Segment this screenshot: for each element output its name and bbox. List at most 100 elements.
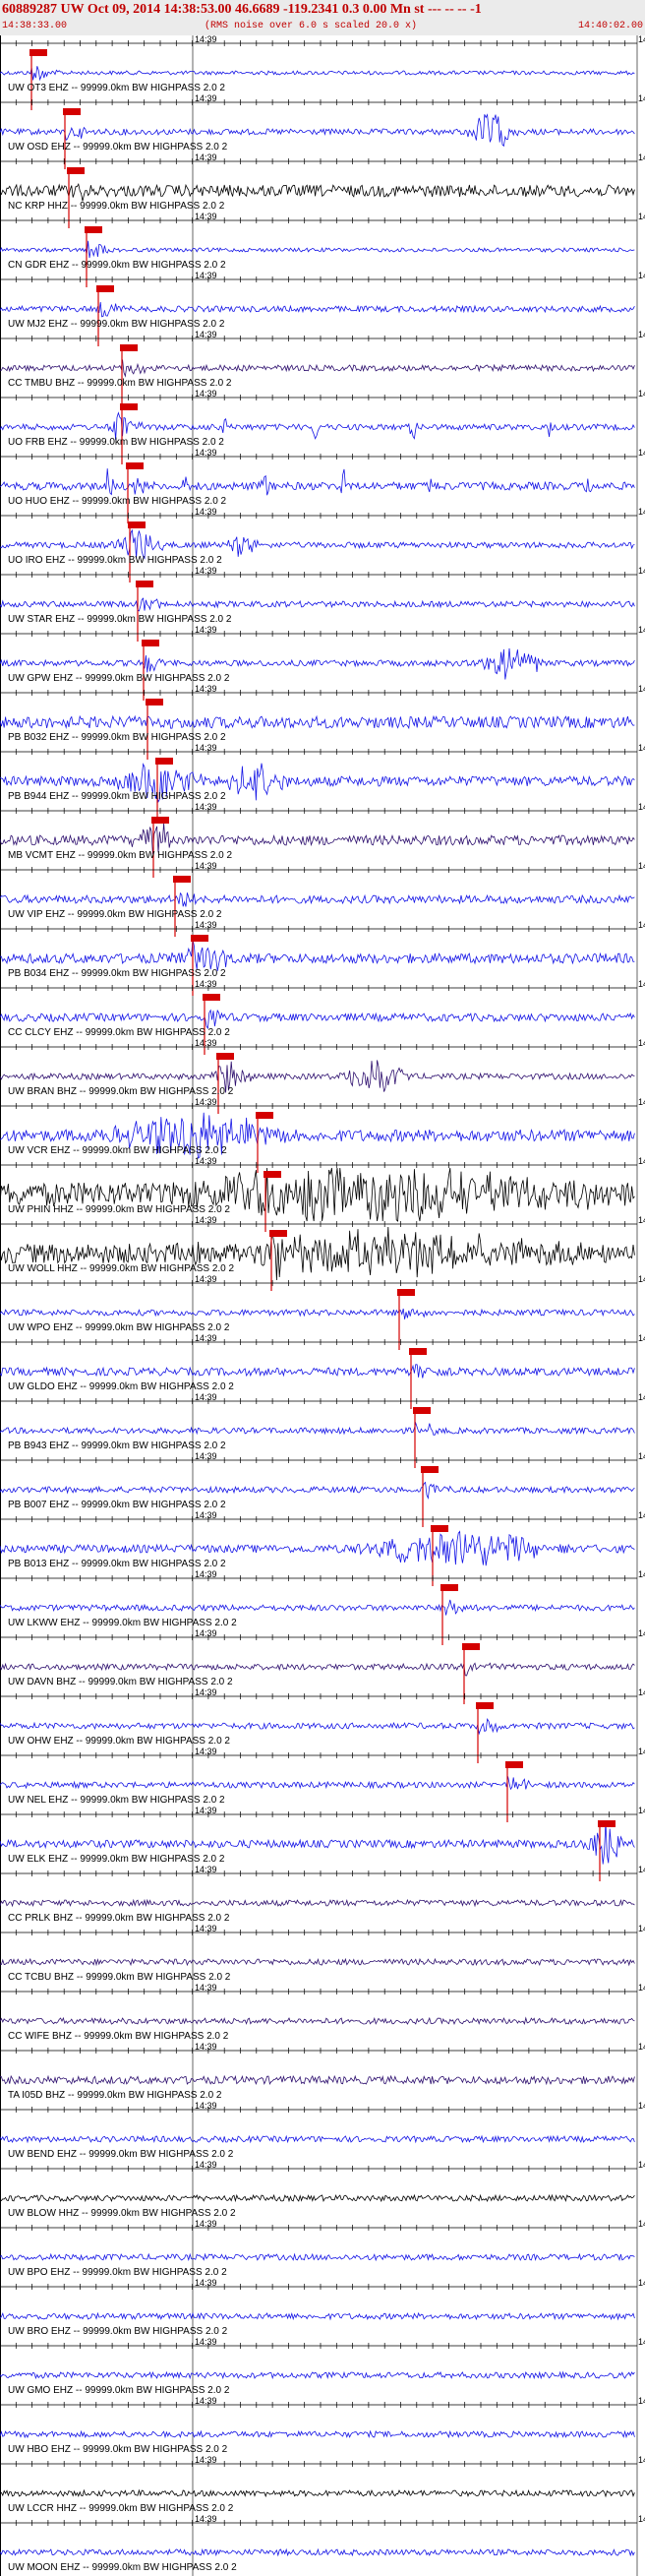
waveform (0, 2311, 635, 2321)
edge-label: 14 (638, 1333, 645, 1343)
time-axis (0, 2048, 637, 2054)
pick-flag (126, 462, 144, 469)
minute-label: 14:39 (195, 2278, 217, 2288)
trace-label: CC PRLK BHZ -- 99999.0km BW HIGHPASS 2.0… (8, 1913, 230, 1924)
trace-row: 14:39 14 UW OSD EHZ -- 99999.0km BW HIGHPA… (0, 93, 645, 169)
trace-label: UW WPO EHZ -- 99999.0km BW HIGHPASS 2.0 … (8, 1322, 230, 1333)
waveform (0, 939, 635, 971)
trace-row: 14:39 14 UW BEND EHZ -- 99999.0km BW HIGHP… (0, 2101, 645, 2160)
trace-row: 14:39 14 UW BRAN BHZ -- 99999.0km BW HIGHP… (0, 1038, 645, 1114)
trace-row: 14:39 14 CC PRLK BHZ -- 99999.0km BW HIGHP… (0, 1865, 645, 1924)
time-axis (0, 2520, 637, 2526)
trace-row: 14:39 14 CC TCBU BHZ -- 99999.0km BW HIGHP… (0, 1924, 645, 1983)
trace-label: CC TMBU BHZ -- 99999.0km BW HIGHPASS 2.0… (8, 378, 232, 389)
minute-label: 14:39 (195, 2455, 217, 2465)
waveform (0, 1662, 635, 1677)
edge-label: 14 (638, 153, 645, 162)
trace-label: CC WIFE BHZ -- 99999.0km BW HIGHPASS 2.0… (8, 2031, 229, 2042)
edge-label: 14 (638, 743, 645, 753)
pick-flag (431, 1525, 448, 1532)
edge-label: 14 (638, 35, 645, 44)
minute-label: 14:39 (195, 1569, 217, 1579)
edge-label: 14 (638, 1392, 645, 1402)
trace-label: UW BLOW HHZ -- 99999.0km BW HIGHPASS 2.0… (8, 2208, 236, 2219)
edge-label: 14 (638, 1215, 645, 1225)
trace-label: UO HUO EHZ -- 99999.0km BW HIGHPASS 2.0 … (8, 496, 227, 507)
time-axis (0, 2461, 637, 2467)
trace-row: 14:39 14 UO IRO EHZ -- 99999.0km BW HIGHPA… (0, 507, 645, 583)
end-time: 14:40:02.00 (577, 21, 643, 31)
trace-label: PB B943 EHZ -- 99999.0km BW HIGHPASS 2.0… (8, 1441, 226, 1451)
trace-row: 14:39 14 TA I05D BHZ -- 99999.0km BW HIGHP… (0, 2042, 645, 2101)
trace-row: 14:39 14 UW OHW EHZ -- 99999.0km BW HIGHPA… (0, 1687, 645, 1763)
pick-flag (440, 1584, 458, 1591)
pick-flag (397, 1289, 415, 1296)
edge-label: 14 (638, 93, 645, 103)
waveform (0, 714, 635, 730)
trace-label: PB B013 EHZ -- 99999.0km BW HIGHPASS 2.0… (8, 1559, 226, 1569)
minute-label: 14:39 (195, 389, 217, 399)
waveform (0, 2016, 635, 2026)
minute-label: 14:39 (195, 625, 217, 635)
trace-row: 14:39 14 CC TMBU BHZ -- 99999.0km BW HIGHP… (0, 330, 645, 405)
edge-label: 14 (638, 1806, 645, 1815)
waveform (0, 597, 635, 612)
waveform (0, 301, 635, 318)
minute-label: 14:39 (195, 507, 217, 517)
time-axis (0, 1221, 637, 1227)
time-axis (0, 808, 637, 814)
time-axis (0, 454, 637, 460)
time-axis (0, 1575, 637, 1581)
trace-label: UW GPW EHZ -- 99999.0km BW HIGHPASS 2.0 … (8, 673, 230, 684)
minute-label: 14:39 (195, 1156, 217, 1166)
waveform (0, 2193, 635, 2203)
trace-label: UW NEL EHZ -- 99999.0km BW HIGHPASS 2.0 … (8, 1795, 225, 1806)
minute-label: 14:39 (195, 1747, 217, 1756)
edge-label: 14 (638, 389, 645, 399)
trace-label: UW BRO EHZ -- 99999.0km BW HIGHPASS 2.0 … (8, 2326, 228, 2337)
minute-label: 14:39 (195, 1215, 217, 1225)
trace-label: UW GMO EHZ -- 99999.0km BW HIGHPASS 2.0 … (8, 2385, 230, 2396)
waveform (0, 1717, 635, 1736)
waveform (0, 468, 635, 496)
waveform (0, 2547, 635, 2557)
minute-label: 14:39 (195, 2042, 217, 2052)
pick-flag (203, 994, 220, 1001)
time-axis (0, 1516, 637, 1522)
minute-label: 14:39 (195, 1274, 217, 1284)
trace-label: UW OHW EHZ -- 99999.0km BW HIGHPASS 2.0 … (8, 1736, 230, 1747)
pick-flag (256, 1112, 273, 1119)
edge-label: 14 (638, 2514, 645, 2524)
plot-header: 60889287 UW Oct 09, 2014 14:38:53.00 46.… (0, 0, 645, 35)
pick-flag (476, 1702, 494, 1709)
time-axis (0, 1103, 637, 1109)
minute-label: 14:39 (195, 271, 217, 280)
minute-label: 14:39 (195, 330, 217, 339)
time-axis (0, 1752, 637, 1758)
trace-row: 14:39 14 UW STAR EHZ -- 99999.0km BW HIGHP… (0, 566, 645, 642)
trace-label: PB B007 EHZ -- 99999.0km BW HIGHPASS 2.0… (8, 1500, 226, 1510)
waveform (0, 359, 635, 378)
trace-label: UW LKWW EHZ -- 99999.0km BW HIGHPASS 2.0… (8, 1618, 237, 1628)
edge-label: 14 (638, 1569, 645, 1579)
edge-label: 14 (638, 1451, 645, 1461)
trace-label: UW MJ2 EHZ -- 99999.0km BW HIGHPASS 2.0 … (8, 319, 225, 330)
time-axis (0, 631, 637, 637)
time-axis (0, 513, 637, 519)
pick-flag (120, 403, 138, 410)
trace-label: UW LCCR HHZ -- 99999.0km BW HIGHPASS 2.0… (8, 2503, 234, 2514)
trace-label: CN GDR EHZ -- 99999.0km BW HIGHPASS 2.0 … (8, 260, 226, 271)
edge-label: 14 (638, 1038, 645, 1048)
waveform (0, 66, 635, 82)
edge-label: 14 (638, 1687, 645, 1697)
trace-row: 14:39 14 UW BLOW HHZ -- 99999.0km BW HIGHP… (0, 2160, 645, 2219)
pick-flag (216, 1053, 234, 1060)
edge-label: 14 (638, 1156, 645, 1166)
time-axis (0, 2107, 637, 2113)
time-axis (0, 217, 637, 223)
noise-note: (RMS noise over 6.0 s scaled 20.0 x) (205, 21, 418, 31)
trace-label: UW OT3 EHZ -- 99999.0km BW HIGHPASS 2.0 … (8, 83, 225, 93)
event-title: 60889287 UW Oct 09, 2014 14:38:53.00 46.… (2, 2, 482, 17)
time-axis (0, 690, 637, 696)
waveform (0, 411, 635, 441)
